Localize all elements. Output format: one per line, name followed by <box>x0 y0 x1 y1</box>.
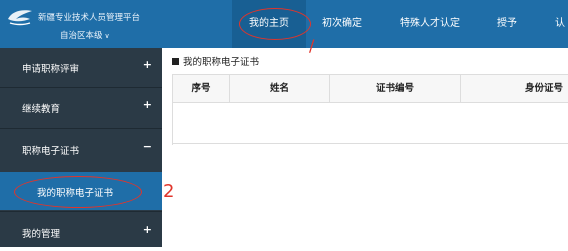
expand-icon: + <box>142 223 152 236</box>
expand-icon: + <box>142 98 152 111</box>
divider <box>0 211 162 212</box>
sidebar-item-apply-title-review[interactable]: 申请职称评审 + <box>0 48 162 86</box>
logo-icon <box>8 10 32 26</box>
table-empty-row <box>173 103 568 144</box>
sidebar-item-label: 职称电子证书 <box>22 146 80 157</box>
sidebar-item-label: 申请职称评审 <box>22 64 80 75</box>
main-content: 我的职称电子证书 序号 姓名 证书编号 身份证号 <box>162 48 568 247</box>
sidebar-item-label: 继续教育 <box>22 104 61 115</box>
annotation-marker-1: / <box>309 36 315 55</box>
platform-title: 新疆专业技术人员管理平台 <box>38 13 141 23</box>
annotation-circle-sidebar <box>14 176 142 208</box>
sidebar-item-my-management[interactable]: 我的管理 + <box>0 213 162 251</box>
sidebar: 申请职称评审 + 继续教育 + 职称电子证书 − 我的职称电子证书 我的管理 + <box>0 48 162 247</box>
nav-item-grant[interactable]: 授予 <box>490 0 524 48</box>
column-header-id-number: 身份证号 <box>461 75 568 103</box>
expand-icon: + <box>142 58 152 71</box>
brand: 新疆专业技术人员管理平台 自治区本级 ∨ <box>0 0 165 48</box>
collapse-icon: − <box>142 140 152 153</box>
column-header-index: 序号 <box>173 75 230 103</box>
region-label: 自治区本级 <box>60 31 103 41</box>
certificate-table: 序号 姓名 证书编号 身份证号 <box>172 74 568 145</box>
annotation-circle-nav <box>239 8 311 40</box>
column-header-id-number-text: 身份证号 <box>525 83 564 94</box>
page-title-text: 我的职称电子证书 <box>183 57 260 68</box>
page-title: 我的职称电子证书 <box>172 54 259 68</box>
column-header-name: 姓名 <box>230 75 330 103</box>
nav-item-recognize[interactable]: 认 <box>552 0 568 48</box>
bullet-square-icon <box>172 58 179 65</box>
nav-item-special-talent[interactable]: 特殊人才认定 <box>390 0 470 48</box>
sidebar-item-e-certificate[interactable]: 职称电子证书 − <box>0 130 162 168</box>
sidebar-item-label: 我的管理 <box>22 229 61 240</box>
column-header-cert-number: 证书编号 <box>330 75 461 103</box>
annotation-marker-2: 2 <box>163 181 175 202</box>
chevron-down-icon: ∨ <box>104 32 110 40</box>
nav-item-initial-confirm[interactable]: 初次确定 <box>312 0 372 48</box>
divider <box>0 128 162 129</box>
sidebar-item-continuing-education[interactable]: 继续教育 + <box>0 88 162 126</box>
region-selector[interactable]: 自治区本级 ∨ <box>60 29 110 41</box>
